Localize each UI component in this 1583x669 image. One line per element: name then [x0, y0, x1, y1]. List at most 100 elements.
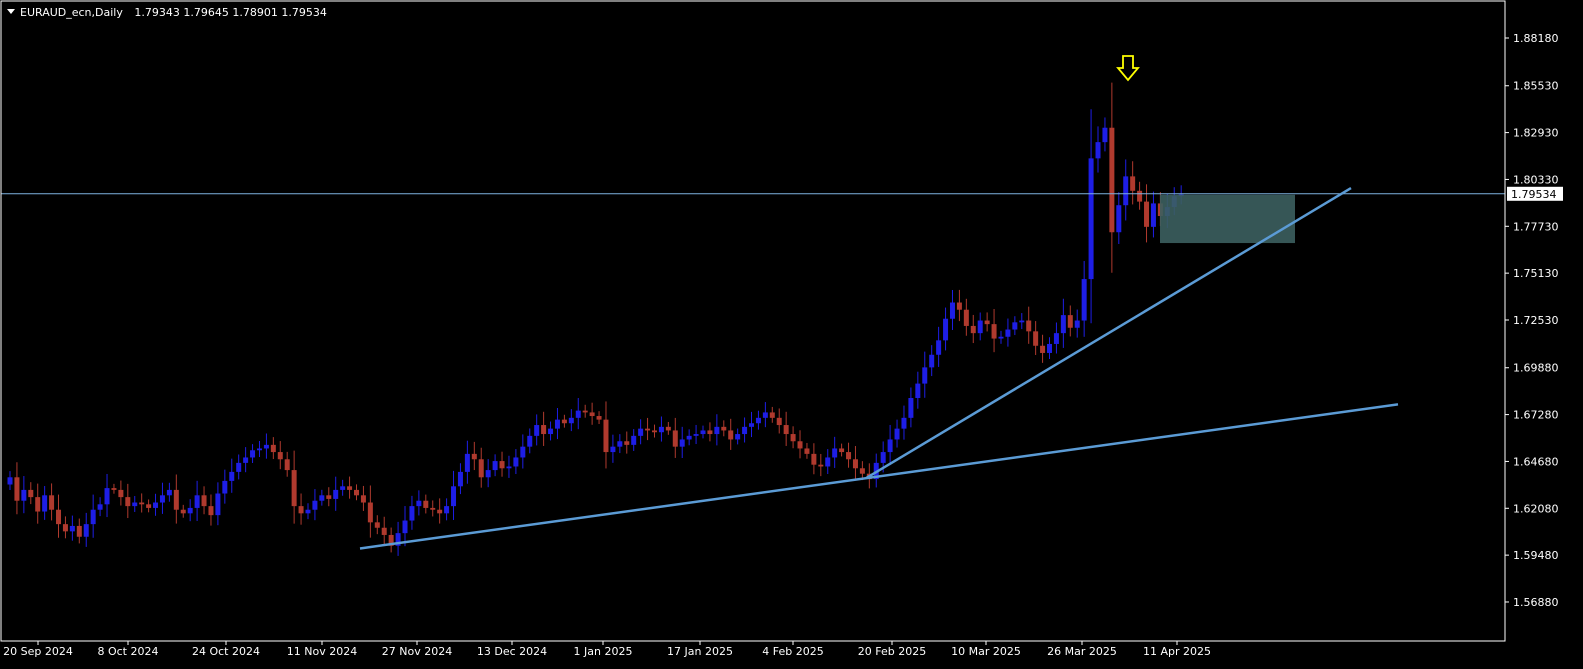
candle-body — [187, 507, 193, 514]
candle-body — [381, 527, 387, 535]
candle-body — [603, 419, 609, 453]
candle-body — [672, 430, 678, 447]
candle-body — [707, 430, 713, 435]
candle-body — [360, 495, 366, 503]
candle-body — [347, 486, 353, 490]
candle-body — [1144, 201, 1150, 227]
price-tick-label: 1.88180 — [1513, 32, 1559, 45]
candle-body — [915, 383, 921, 399]
candle-body — [21, 489, 27, 501]
candle-body — [492, 461, 498, 471]
candle-body — [7, 477, 13, 485]
candle-body — [582, 410, 588, 413]
candle-body — [589, 412, 595, 417]
candle-body — [478, 459, 484, 478]
candle-body — [457, 471, 463, 487]
candle-body — [83, 524, 89, 537]
candle-body — [132, 502, 138, 507]
candle-body — [305, 509, 311, 514]
candle-body — [333, 489, 339, 499]
candle-body — [548, 428, 554, 435]
candle-body — [208, 506, 214, 516]
candle-body — [624, 441, 630, 445]
candle-body — [617, 441, 623, 447]
price-tick-label: 1.64680 — [1513, 455, 1559, 468]
candle-body — [880, 452, 886, 463]
candle-body — [222, 480, 228, 494]
price-tick-label: 1.69880 — [1513, 362, 1559, 375]
candle-body — [1074, 320, 1080, 328]
candle-body — [430, 507, 436, 510]
candlestick-chart[interactable]: 1.88180 1.85530 1.82930 1.80330 1.77730 1.751… — [0, 0, 1583, 669]
candle-body — [1019, 320, 1025, 323]
candle-body — [499, 461, 505, 469]
candle-body — [894, 428, 900, 440]
candle-body — [118, 489, 124, 498]
candle-body — [69, 525, 75, 532]
candle-body — [541, 425, 547, 435]
candle-body — [651, 430, 657, 433]
candle-body — [1102, 127, 1108, 143]
candle-body — [686, 435, 692, 440]
candle-body — [139, 502, 145, 505]
candle-body — [700, 430, 706, 435]
candle-body — [42, 495, 48, 512]
candle-body — [991, 324, 997, 339]
candle-body — [76, 525, 82, 537]
candle-body — [638, 428, 644, 436]
candle-body — [970, 325, 976, 334]
candle-body — [1067, 315, 1073, 328]
candle-body — [755, 417, 761, 424]
candle-body — [437, 509, 443, 514]
candle-body — [596, 416, 602, 420]
candle-body — [762, 412, 768, 418]
candle-body — [908, 398, 914, 418]
time-tick-label: 17 Jan 2025 — [667, 645, 733, 658]
support-zone-rectangle[interactable] — [1160, 194, 1295, 244]
candle-body — [901, 417, 907, 429]
current-price-badge: 1.79534 — [1507, 186, 1563, 201]
candle-body — [326, 495, 332, 499]
candle-body — [97, 504, 103, 510]
candle-body — [1012, 322, 1018, 330]
candle-body — [818, 464, 824, 467]
price-tick-label: 1.77730 — [1513, 220, 1559, 233]
price-tick-label: 1.56880 — [1513, 596, 1559, 609]
candle-body — [159, 495, 165, 503]
candle-body — [1081, 279, 1087, 321]
candle-body — [721, 426, 727, 431]
price-tick-label: 1.85530 — [1513, 80, 1559, 93]
candle-body — [464, 453, 470, 472]
candle-body — [804, 448, 810, 454]
candle-body — [451, 486, 457, 507]
time-tick-label: 10 Mar 2025 — [951, 645, 1021, 658]
candle-body — [340, 486, 346, 490]
candle-body — [936, 340, 942, 355]
time-tick-label: 13 Dec 2024 — [477, 645, 547, 658]
candle-body — [1047, 343, 1052, 353]
candle-body — [153, 502, 159, 508]
candle-body — [236, 462, 242, 472]
candle-body — [35, 497, 41, 512]
candle-body — [1123, 176, 1129, 206]
candle-body — [146, 504, 152, 508]
candle-body — [284, 459, 290, 471]
svg-text:EURAUD_ecn,Daily 1.79343 1: EURAUD_ecn,Daily 1.79343 1.79645 1.78901… — [20, 6, 327, 19]
candle-body — [180, 509, 186, 514]
candle-body — [125, 497, 131, 507]
candle-body — [929, 354, 935, 368]
candle-body — [56, 509, 62, 525]
candle-body — [111, 488, 117, 490]
time-tick-label: 20 Feb 2025 — [858, 645, 926, 658]
candle-body — [610, 446, 616, 453]
candle-body — [201, 495, 207, 507]
candle-body — [250, 450, 256, 458]
candle-body — [984, 320, 990, 325]
time-tick-label: 26 Mar 2025 — [1047, 645, 1117, 658]
candle-body — [1130, 176, 1136, 191]
chart-background — [0, 0, 1583, 669]
candle-body — [270, 444, 276, 453]
candle-body — [319, 495, 325, 501]
candle-body — [839, 448, 845, 453]
time-tick-label: 4 Feb 2025 — [762, 645, 823, 658]
